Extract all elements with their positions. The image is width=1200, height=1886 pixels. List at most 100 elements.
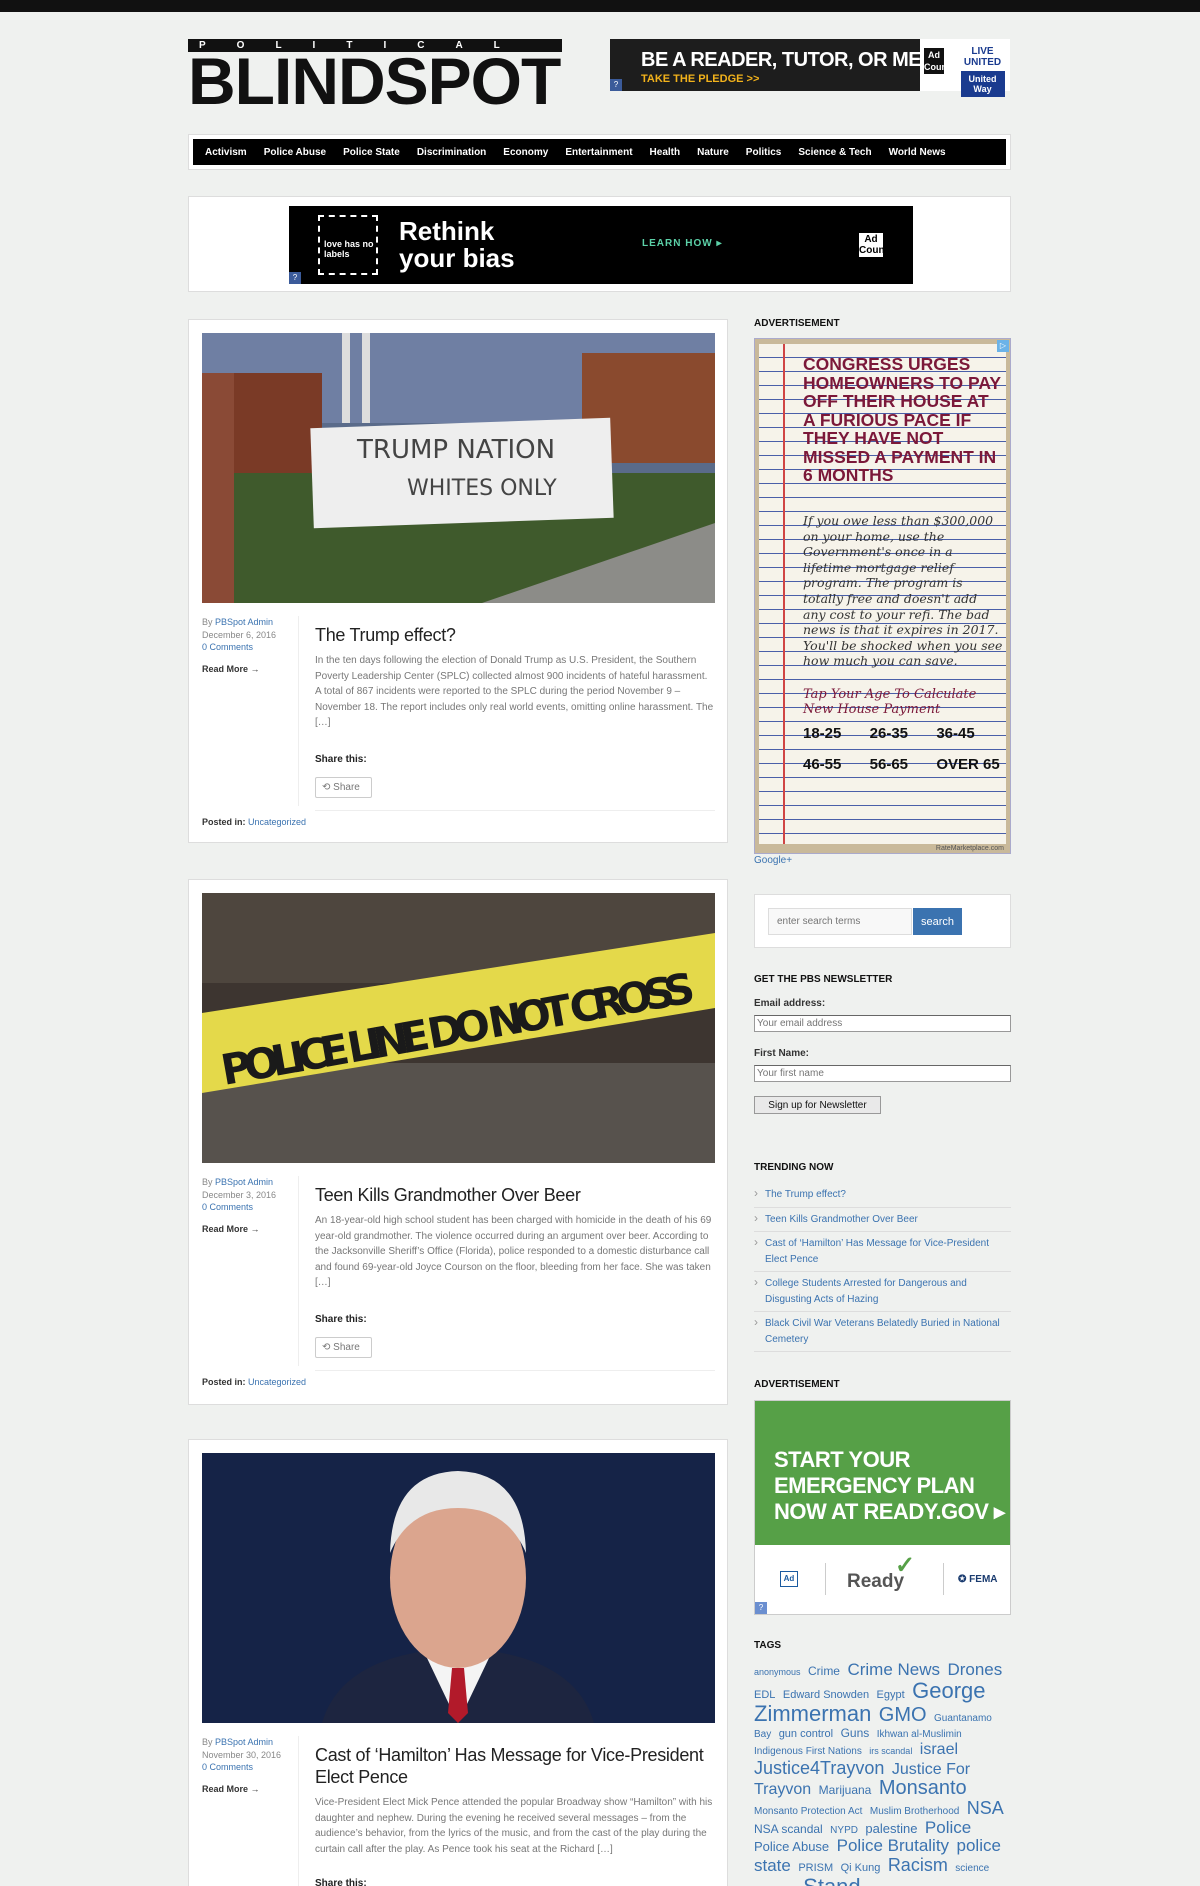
top-bar (0, 0, 1200, 12)
post-meta: By PBSpot Admin December 6, 2016 0 Comme… (202, 616, 282, 675)
tag-link[interactable]: PRISM (798, 1862, 833, 1874)
tag-link[interactable]: Justice4Trayvon (754, 1758, 884, 1778)
nav-item-science-tech[interactable]: Science & Tech (798, 147, 871, 158)
nav-item-entertainment[interactable]: Entertainment (565, 147, 632, 158)
banner-advertisement[interactable]: love has no labels Rethink your bias LEA… (289, 206, 913, 284)
tag-link[interactable]: Monsanto (879, 1777, 967, 1799)
read-more-link[interactable]: Read More → (202, 1223, 282, 1236)
post-title[interactable]: The Trump effect? (315, 624, 715, 646)
post-image[interactable]: POLICE LINE DO NOT CROSS (202, 893, 715, 1163)
tag-link[interactable]: Drones (947, 1660, 1002, 1679)
trending-item[interactable]: The Trump effect? (754, 1183, 1011, 1208)
age-option[interactable]: 36-45 (936, 725, 1003, 742)
tag-link[interactable]: Muslim Brotherhood (870, 1806, 959, 1817)
tag-link[interactable]: Police (925, 1818, 971, 1837)
fema-logo: ✪ FEMA (958, 1574, 998, 1585)
age-option[interactable]: OVER 65 (936, 756, 1003, 773)
advertisement-heading: ADVERTISEMENT (754, 1379, 840, 1390)
age-option[interactable]: 26-35 (870, 725, 937, 742)
tag-link[interactable]: Monsanto Protection Act (754, 1806, 862, 1817)
tag-link[interactable]: gun control (779, 1728, 833, 1740)
tag-link[interactable]: israel (920, 1741, 958, 1758)
post-comments-link[interactable]: 0 Comments (202, 642, 253, 652)
tag-link[interactable]: Edward Snowden (783, 1689, 869, 1701)
tag-link[interactable]: Marijuana (819, 1783, 872, 1797)
tag-link[interactable]: Stand (803, 1874, 861, 1886)
trending-item[interactable]: Black Civil War Veterans Belatedly Burie… (754, 1312, 1011, 1352)
post-author-link[interactable]: PBSpot Admin (215, 1737, 273, 1747)
trending-item[interactable]: Teen Kills Grandmother Over Beer (754, 1208, 1011, 1232)
age-option[interactable]: 46-55 (803, 756, 870, 773)
post-card: POLICE LINE DO NOT CROSS By PBSpot Admin… (188, 879, 728, 1405)
tag-link[interactable]: Police Brutality (837, 1836, 949, 1855)
ad-council-logo: Ad Council (924, 48, 957, 74)
post-comments-link[interactable]: 0 Comments (202, 1202, 253, 1212)
share-button[interactable]: ⟲ Share (315, 1337, 372, 1358)
post-title[interactable]: Teen Kills Grandmother Over Beer (315, 1184, 715, 1206)
post-author-link[interactable]: PBSpot Admin (215, 1177, 273, 1187)
ad-info-icon[interactable]: ? (289, 272, 301, 284)
ad-choices-icon[interactable]: ▷ (997, 340, 1009, 352)
nav-item-nature[interactable]: Nature (697, 147, 729, 158)
trending-item[interactable]: College Students Arrested for Dangerous … (754, 1272, 1011, 1312)
site-logo[interactable]: POLITICAL BLINDSPOT (188, 39, 562, 114)
share-button[interactable]: ⟲ Share (315, 777, 372, 798)
tag-link[interactable]: NSA (967, 1798, 1004, 1818)
tag-link[interactable]: NSA scandal (754, 1822, 823, 1836)
age-option[interactable]: 56-65 (870, 756, 937, 773)
tag-link[interactable]: Police Abuse (754, 1839, 829, 1854)
tag-link[interactable]: GMO (879, 1704, 927, 1726)
post-title[interactable]: Cast of ‘Hamilton’ Has Message for Vice-… (315, 1744, 715, 1788)
first-name-field[interactable] (754, 1065, 1011, 1082)
top-advertisement[interactable]: BE A READER, TUTOR, OR MENTOR. TAKE THE … (610, 39, 1010, 97)
trending-item[interactable]: Cast of ‘Hamilton’ Has Message for Vice-… (754, 1232, 1011, 1272)
age-option[interactable]: 18-25 (803, 725, 870, 742)
banner-learn-how-link[interactable]: LEARN HOW ▸ (642, 238, 722, 249)
post-comments-link[interactable]: 0 Comments (202, 1762, 253, 1772)
read-more-link[interactable]: Read More → (202, 1783, 282, 1796)
ad-info-icon[interactable]: ? (755, 1602, 767, 1614)
tag-link[interactable]: Racism (888, 1855, 948, 1875)
nav-item-discrimination[interactable]: Discrimination (417, 147, 486, 158)
post-image[interactable]: TRUMP NATION WHITES ONLY (202, 333, 715, 603)
post-image[interactable] (202, 1453, 715, 1723)
category-link[interactable]: Uncategorized (248, 1377, 306, 1387)
tag-link[interactable]: Indigenous First Nations (754, 1746, 862, 1757)
share-icon: ⟲ (322, 1342, 334, 1353)
tag-link[interactable]: Qi Kung (841, 1862, 881, 1874)
tag-link[interactable]: NYPD (830, 1825, 858, 1836)
nav-item-economy[interactable]: Economy (503, 147, 548, 158)
search-input[interactable] (768, 908, 912, 935)
read-more-link[interactable]: Read More → (202, 663, 282, 676)
tag-link[interactable]: anonymous (754, 1667, 801, 1677)
tag-link[interactable]: Crime News (847, 1660, 940, 1679)
tag-link[interactable]: irs scandal (869, 1746, 912, 1756)
share-heading: Share this: (315, 754, 367, 765)
ad-separator (943, 1563, 944, 1595)
email-field[interactable] (754, 1015, 1011, 1032)
tag-link[interactable]: Ikhwan al-Muslimin (877, 1729, 962, 1740)
ad-council-logo: Ad (780, 1571, 798, 1587)
tag-link[interactable]: Crime (808, 1664, 840, 1678)
nav-item-health[interactable]: Health (650, 147, 681, 158)
nav-item-police-abuse[interactable]: Police Abuse (264, 147, 326, 158)
newsletter-signup-button[interactable]: Sign up for Newsletter (754, 1096, 881, 1114)
search-button[interactable]: search (913, 908, 962, 935)
tag-link[interactable]: palestine (865, 1821, 917, 1836)
post-author-link[interactable]: PBSpot Admin (215, 617, 273, 627)
mortgage-advertisement[interactable]: CONGRESS URGES HOMEOWNERS TO PAY OFF THE… (754, 338, 1011, 854)
tag-link[interactable]: science (955, 1863, 989, 1874)
tag-link[interactable]: Egypt (877, 1689, 905, 1701)
nav-item-world-news[interactable]: World News (889, 147, 946, 158)
ready-gov-advertisement[interactable]: START YOUR EMERGENCY PLAN NOW AT READY.G… (754, 1400, 1011, 1615)
google-plus-link[interactable]: Google+ (754, 855, 792, 866)
nav-item-politics[interactable]: Politics (746, 147, 782, 158)
post-date: December 3, 2016 (202, 1189, 277, 1200)
advertisement-heading: ADVERTISEMENT (754, 318, 840, 329)
tag-link[interactable]: EDL (754, 1689, 775, 1701)
category-link[interactable]: Uncategorized (248, 817, 306, 827)
nav-item-activism[interactable]: Activism (205, 147, 247, 158)
nav-item-police-state[interactable]: Police State (343, 147, 400, 158)
ad-info-icon[interactable]: ? (610, 79, 622, 91)
tag-link[interactable]: Guns (841, 1726, 870, 1740)
